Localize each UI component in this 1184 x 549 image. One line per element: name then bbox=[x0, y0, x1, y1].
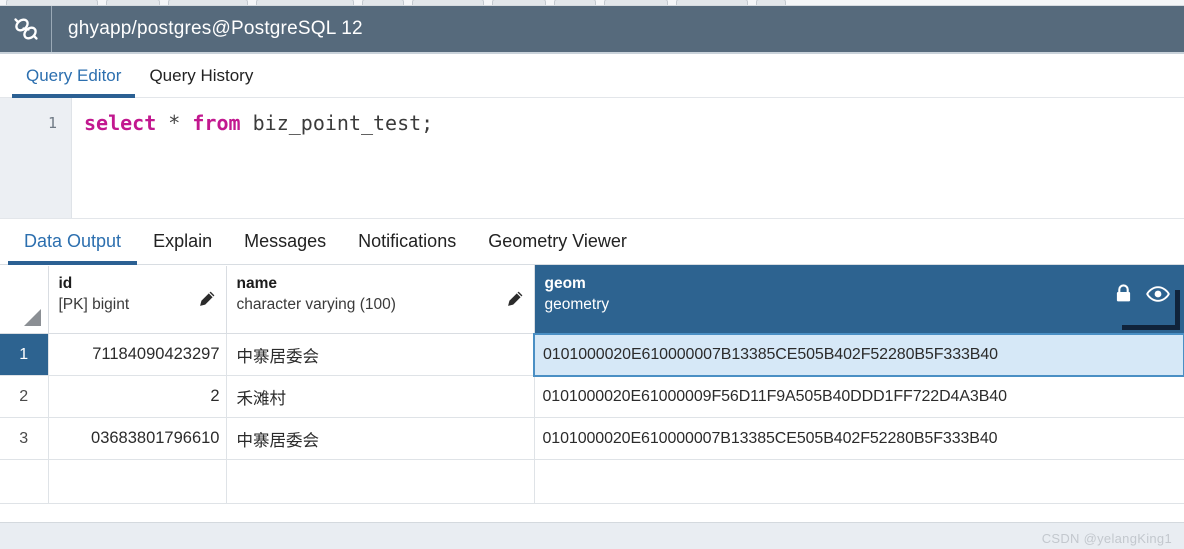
editor-tab-strip: Query Editor Query History bbox=[0, 54, 1184, 98]
pgadmin-query-tool: ghyapp/postgres@PostgreSQL 12 Query Edit… bbox=[0, 0, 1184, 549]
table-row-empty bbox=[0, 460, 1184, 504]
tab-query-editor-label: Query Editor bbox=[26, 66, 121, 86]
column-header-geom[interactable]: geom geometry bbox=[534, 266, 1184, 334]
sql-editor[interactable]: 1 select * from biz_point_test; bbox=[0, 98, 1184, 219]
cell-name[interactable]: 禾滩村 bbox=[226, 376, 534, 418]
toolbar-button-11[interactable] bbox=[756, 0, 786, 5]
row-number-cell[interactable]: 3 bbox=[0, 418, 48, 460]
column-header-geom-name: geom bbox=[545, 274, 1174, 294]
pencil-icon[interactable] bbox=[505, 290, 524, 314]
plug-connection-icon bbox=[0, 6, 52, 52]
sql-code-area[interactable]: select * from biz_point_test; bbox=[72, 98, 1184, 218]
column-header-name[interactable]: name character varying (100) bbox=[226, 266, 534, 334]
table-row: 171184090423297中寨居委会0101000020E610000007… bbox=[0, 334, 1184, 376]
toolbar-button-8[interactable] bbox=[554, 0, 596, 5]
tab-messages-label: Messages bbox=[244, 231, 326, 252]
cell-id[interactable] bbox=[48, 460, 226, 504]
toolbar-button-5[interactable] bbox=[362, 0, 404, 5]
select-all-triangle-icon bbox=[24, 309, 41, 326]
editor-line-gutter: 1 bbox=[0, 98, 72, 218]
toolbar-button-3[interactable] bbox=[168, 0, 248, 5]
tab-geometry-viewer[interactable]: Geometry Viewer bbox=[472, 219, 643, 264]
row-number-cell[interactable]: 1 bbox=[0, 334, 48, 376]
toolbar-button-4[interactable] bbox=[256, 0, 354, 5]
cell-geom[interactable] bbox=[534, 460, 1184, 504]
tab-query-editor[interactable]: Query Editor bbox=[12, 54, 135, 97]
output-panel-tab-strip: Data Output Explain Messages Notificatio… bbox=[0, 219, 1184, 265]
tab-geometry-viewer-label: Geometry Viewer bbox=[488, 231, 627, 252]
pencil-icon[interactable] bbox=[197, 290, 216, 314]
toolbar-button-2[interactable] bbox=[106, 0, 160, 5]
tab-query-history[interactable]: Query History bbox=[135, 54, 267, 97]
cell-id[interactable]: 03683801796610 bbox=[48, 418, 226, 460]
line-number: 1 bbox=[0, 108, 71, 138]
column-header-name-type: character varying (100) bbox=[237, 294, 524, 316]
table-body: 171184090423297中寨居委会0101000020E610000007… bbox=[0, 334, 1184, 504]
table-row: 303683801796610中寨居委会0101000020E610000007… bbox=[0, 418, 1184, 460]
sql-token-2: * bbox=[168, 111, 180, 135]
tab-query-history-label: Query History bbox=[149, 66, 253, 86]
cell-geom[interactable]: 0101000020E610000007B13385CE505B402F5228… bbox=[534, 334, 1184, 376]
row-number-cell[interactable] bbox=[0, 460, 48, 504]
sql-token-6: biz_point_test; bbox=[253, 111, 434, 135]
window-titlebar: ghyapp/postgres@PostgreSQL 12 bbox=[0, 6, 1184, 54]
tab-explain[interactable]: Explain bbox=[137, 219, 228, 264]
column-header-geom-type: geometry bbox=[545, 294, 1174, 316]
window-title: ghyapp/postgres@PostgreSQL 12 bbox=[52, 18, 363, 40]
sql-token-4: from bbox=[192, 111, 240, 135]
sql-token-5 bbox=[241, 111, 253, 135]
cell-name[interactable]: 中寨居委会 bbox=[226, 418, 534, 460]
watermark: CSDN @yelangKing1 bbox=[1042, 531, 1172, 546]
tab-notifications-label: Notifications bbox=[358, 231, 456, 252]
cell-geom[interactable]: 0101000020E61000009F56D11F9A505B40DDD1FF… bbox=[534, 376, 1184, 418]
toolbar-button-10[interactable] bbox=[676, 0, 748, 5]
eye-icon[interactable] bbox=[1146, 285, 1170, 308]
sql-token-0: select bbox=[84, 111, 156, 135]
cell-name[interactable] bbox=[226, 460, 534, 504]
header-row: id [PK] bigint name character varying (1… bbox=[0, 266, 1184, 334]
row-number-cell[interactable]: 2 bbox=[0, 376, 48, 418]
column-header-id-name: id bbox=[59, 274, 216, 294]
tab-data-output[interactable]: Data Output bbox=[8, 219, 137, 264]
results-grid[interactable]: id [PK] bigint name character varying (1… bbox=[0, 265, 1184, 522]
column-header-name-name: name bbox=[237, 274, 524, 294]
status-bar: CSDN @yelangKing1 bbox=[0, 522, 1184, 549]
column-header-id-type: [PK] bigint bbox=[59, 294, 216, 316]
sql-token-3 bbox=[180, 111, 192, 135]
column-header-geom-icons bbox=[1115, 284, 1170, 308]
toolbar-button-1[interactable] bbox=[6, 0, 98, 5]
tab-notifications[interactable]: Notifications bbox=[342, 219, 472, 264]
tab-messages[interactable]: Messages bbox=[228, 219, 342, 264]
lock-icon bbox=[1115, 284, 1132, 308]
column-header-id[interactable]: id [PK] bigint bbox=[48, 266, 226, 334]
cell-id[interactable]: 2 bbox=[48, 376, 226, 418]
select-all-corner[interactable] bbox=[0, 266, 48, 334]
cell-name[interactable]: 中寨居委会 bbox=[226, 334, 534, 376]
sql-token-1 bbox=[156, 111, 168, 135]
table-header: id [PK] bigint name character varying (1… bbox=[0, 266, 1184, 334]
tab-data-output-label: Data Output bbox=[24, 231, 121, 252]
cell-id[interactable]: 71184090423297 bbox=[48, 334, 226, 376]
table-row: 22禾滩村0101000020E61000009F56D11F9A505B40D… bbox=[0, 376, 1184, 418]
results-table: id [PK] bigint name character varying (1… bbox=[0, 265, 1184, 504]
toolbar-button-7[interactable] bbox=[492, 0, 546, 5]
cell-geom[interactable]: 0101000020E610000007B13385CE505B402F5228… bbox=[534, 418, 1184, 460]
toolbar-button-9[interactable] bbox=[604, 0, 668, 5]
tab-explain-label: Explain bbox=[153, 231, 212, 252]
toolbar-button-6[interactable] bbox=[412, 0, 484, 5]
